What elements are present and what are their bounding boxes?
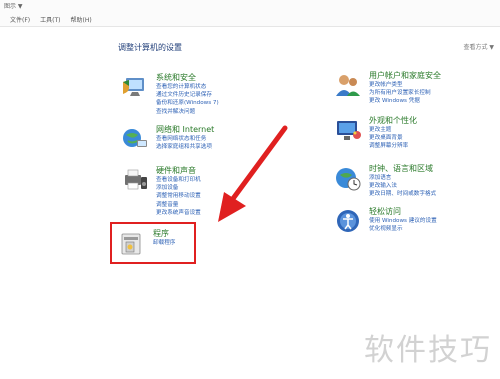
pointer-arrow-icon bbox=[218, 125, 288, 222]
watermark: 软件技巧 bbox=[364, 333, 492, 368]
